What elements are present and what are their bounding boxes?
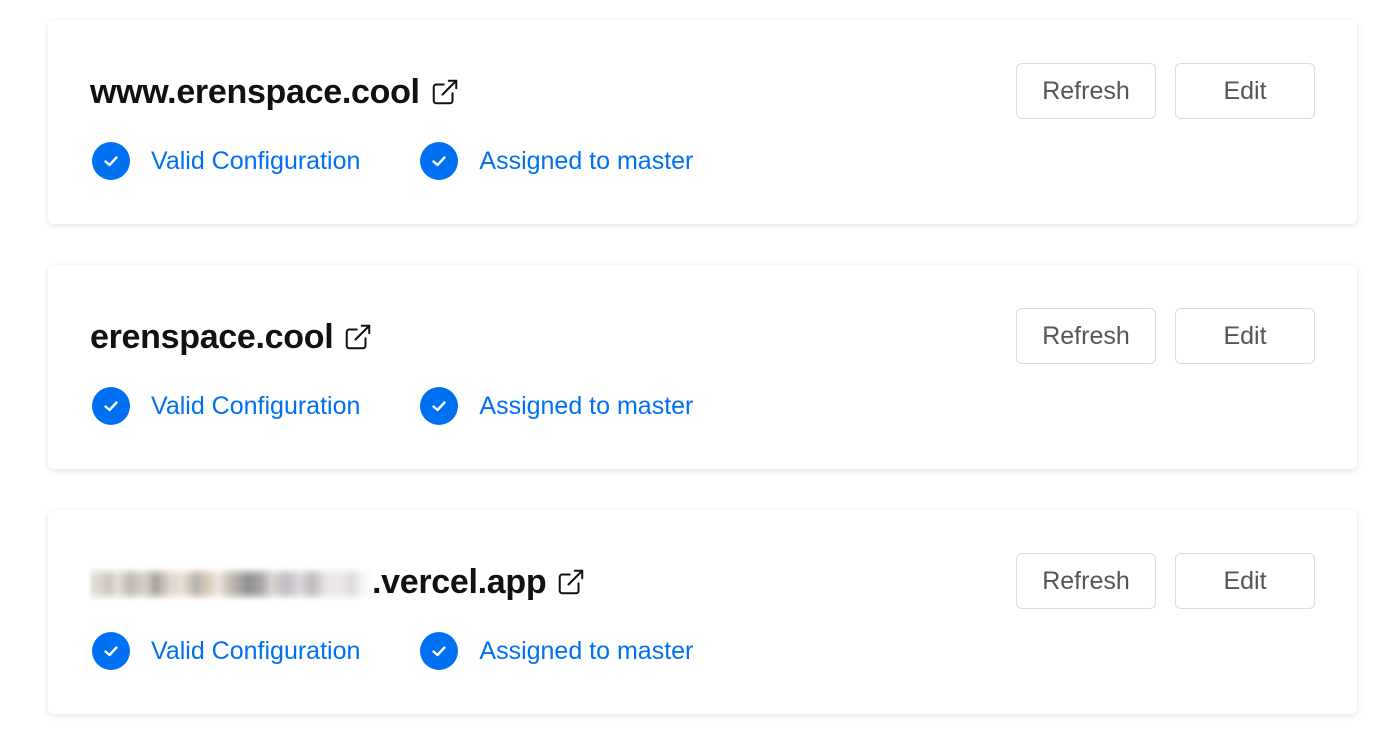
check-circle-icon (420, 632, 459, 670)
status-label[interactable]: Assigned to master (479, 392, 693, 421)
status-label[interactable]: Assigned to master (479, 147, 693, 176)
edit-button[interactable]: Edit (1175, 308, 1315, 364)
domain-card: .vercel.app Valid Configuration Assigned… (48, 510, 1357, 714)
external-link-icon[interactable] (343, 322, 373, 352)
domain-link[interactable]: www.erenspace.cool (90, 73, 420, 112)
status-assigned-branch: Assigned to master (420, 142, 693, 180)
check-circle-icon (92, 387, 130, 425)
status-row: Valid Configuration Assigned to master (92, 632, 693, 670)
edit-button[interactable]: Edit (1175, 553, 1315, 609)
domain-card: erenspace.cool Valid Configuration Assig… (48, 265, 1357, 469)
status-label[interactable]: Valid Configuration (151, 147, 360, 176)
status-row: Valid Configuration Assigned to master (92, 142, 693, 180)
domain-link[interactable]: .vercel.app (372, 563, 547, 602)
check-circle-icon (92, 142, 130, 180)
status-valid-configuration: Valid Configuration (92, 387, 360, 425)
status-label[interactable]: Valid Configuration (151, 637, 360, 666)
check-circle-icon (420, 142, 459, 180)
status-assigned-branch: Assigned to master (420, 632, 693, 670)
domain-title-row: .vercel.app (90, 560, 586, 604)
refresh-button[interactable]: Refresh (1016, 63, 1156, 119)
domain-title-row: www.erenspace.cool (90, 70, 460, 114)
status-valid-configuration: Valid Configuration (92, 142, 360, 180)
status-row: Valid Configuration Assigned to master (92, 387, 693, 425)
redacted-subdomain (90, 569, 372, 599)
status-label[interactable]: Assigned to master (479, 637, 693, 666)
status-label[interactable]: Valid Configuration (151, 392, 360, 421)
domain-link[interactable]: erenspace.cool (90, 318, 334, 357)
external-link-icon[interactable] (556, 567, 586, 597)
domains-list: www.erenspace.cool Valid Configuration A… (0, 0, 1400, 742)
domain-title-row: erenspace.cool (90, 315, 373, 359)
refresh-button[interactable]: Refresh (1016, 553, 1156, 609)
check-circle-icon (92, 632, 130, 670)
external-link-icon[interactable] (430, 77, 460, 107)
status-assigned-branch: Assigned to master (420, 387, 693, 425)
check-circle-icon (420, 387, 459, 425)
status-valid-configuration: Valid Configuration (92, 632, 360, 670)
edit-button[interactable]: Edit (1175, 63, 1315, 119)
domain-card: www.erenspace.cool Valid Configuration A… (48, 20, 1357, 224)
refresh-button[interactable]: Refresh (1016, 308, 1156, 364)
